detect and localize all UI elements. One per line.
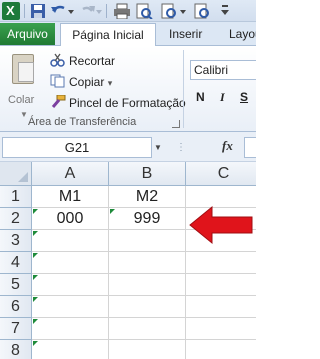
cell-b3[interactable] (109, 230, 186, 252)
print-preview-icon[interactable] (135, 3, 153, 19)
ribbon-tab-bar: Arquivo Página Inicial Inserir Layout (0, 22, 256, 46)
format-painter-button[interactable]: Pincel de Formatação (50, 94, 186, 112)
copy-dropdown-icon[interactable]: ▾ (108, 78, 113, 88)
cell-b1[interactable]: M2 (109, 186, 186, 208)
cell-c7[interactable] (186, 318, 256, 340)
cell-b6[interactable] (109, 296, 186, 318)
cell-b5[interactable] (109, 274, 186, 296)
italic-button[interactable]: I (220, 90, 225, 105)
cell-b4[interactable] (109, 252, 186, 274)
tab-file[interactable]: Arquivo (0, 23, 55, 45)
cell-a3[interactable] (32, 230, 109, 252)
error-indicator-icon[interactable] (33, 253, 38, 258)
cell-a8[interactable] (32, 340, 109, 359)
row-header-2[interactable]: 2 (0, 208, 32, 230)
quick-print-icon[interactable] (160, 3, 188, 19)
print-icon[interactable] (113, 3, 131, 19)
scissors-icon (50, 53, 65, 67)
spelling-icon[interactable] (193, 3, 211, 19)
underline-button[interactable]: S (240, 90, 248, 104)
tab-home[interactable]: Página Inicial (60, 23, 156, 46)
cell-b2[interactable]: 999 (109, 208, 186, 230)
formula-input[interactable] (244, 137, 256, 158)
error-indicator-icon[interactable] (33, 297, 38, 302)
undo-icon[interactable] (50, 3, 74, 19)
name-box[interactable]: G21 (2, 137, 152, 158)
error-indicator-icon[interactable] (33, 275, 38, 280)
ribbon-home: Colar ▼ Recortar Copiar ▾ Pincel de Form… (0, 46, 256, 132)
error-indicator-icon[interactable] (33, 341, 38, 346)
cell-c4[interactable] (186, 252, 256, 274)
copy-button[interactable]: Copiar ▾ (50, 73, 112, 91)
worksheet-grid[interactable]: A B C 1 2 3 4 5 6 7 8 M1 M2 000 999 (0, 162, 256, 359)
red-arrow-icon (189, 205, 253, 245)
paste-button[interactable]: Colar ▼ (6, 52, 40, 122)
format-painter-label: Pincel de Formatação (69, 96, 186, 110)
row-header-1[interactable]: 1 (0, 186, 32, 208)
paste-label: Colar (8, 94, 35, 106)
redo-icon[interactable] (80, 3, 102, 19)
cell-b8[interactable] (109, 340, 186, 359)
cut-label: Recortar (69, 54, 116, 68)
cell-a1[interactable]: M1 (32, 186, 109, 208)
column-header-c[interactable]: C (186, 162, 256, 186)
bold-button[interactable]: N (196, 90, 205, 104)
group-divider (183, 50, 184, 128)
column-header-b[interactable]: B (109, 162, 186, 186)
row-header-8[interactable]: 8 (0, 340, 32, 359)
row-header-5[interactable]: 5 (0, 274, 32, 296)
cell-a5[interactable] (32, 274, 109, 296)
save-icon[interactable] (30, 3, 46, 19)
row-header-4[interactable]: 4 (0, 252, 32, 274)
paintbrush-icon (51, 95, 66, 108)
error-indicator-icon[interactable] (110, 209, 115, 214)
toolbar-separator (24, 4, 25, 18)
row-header-3[interactable]: 3 (0, 230, 32, 252)
dialog-launcher-icon[interactable] (172, 120, 180, 128)
excel-logo-icon[interactable] (2, 2, 20, 20)
tab-insert[interactable]: Inserir (169, 23, 202, 46)
name-box-dropdown-icon[interactable]: ▼ (154, 143, 162, 152)
row-header-7[interactable]: 7 (0, 318, 32, 340)
clipboard-group-label: Área de Transferência (28, 116, 137, 128)
cut-button[interactable]: Recortar (50, 52, 115, 70)
error-indicator-icon[interactable] (33, 319, 38, 324)
customize-toolbar-icon[interactable] (218, 3, 240, 19)
row-header-6[interactable]: 6 (0, 296, 32, 318)
toolbar-separator (106, 4, 107, 18)
font-name-select[interactable]: Calibri (190, 60, 256, 80)
cell-a7[interactable] (32, 318, 109, 340)
quick-access-toolbar (0, 0, 256, 22)
excel-window: Arquivo Página Inicial Inserir Layout Co… (0, 0, 256, 359)
paste-dropdown-icon[interactable]: ▼ (20, 110, 28, 119)
error-indicator-icon[interactable] (33, 231, 38, 236)
cell-b7[interactable] (109, 318, 186, 340)
copy-icon (50, 74, 65, 88)
column-header-a[interactable]: A (32, 162, 109, 186)
cell-c8[interactable] (186, 340, 256, 359)
tab-layout[interactable]: Layout (229, 23, 256, 46)
cell-a6[interactable] (32, 296, 109, 318)
formula-bar: G21 ▼ ⋮ fx (0, 132, 256, 162)
error-indicator-icon[interactable] (33, 209, 38, 214)
formula-bar-grip-icon[interactable]: ⋮ (176, 142, 186, 153)
copy-label: Copiar (69, 75, 105, 89)
select-all-button[interactable] (0, 162, 32, 186)
paste-paper-icon (18, 62, 34, 82)
cell-c5[interactable] (186, 274, 256, 296)
cell-a4[interactable] (32, 252, 109, 274)
cell-a2[interactable]: 000 (32, 208, 109, 230)
cell-c6[interactable] (186, 296, 256, 318)
insert-function-button[interactable]: fx (222, 138, 233, 154)
